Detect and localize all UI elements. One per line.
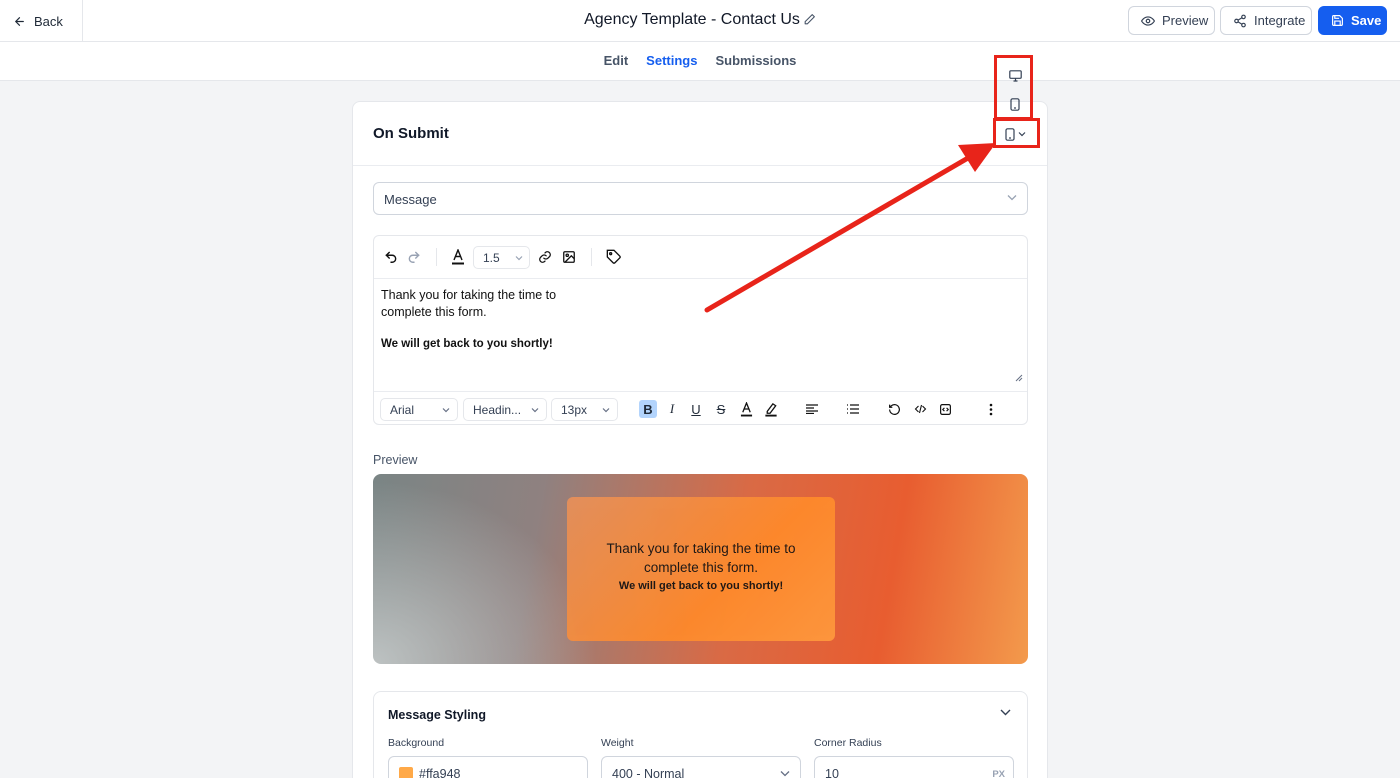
annotation-arrow	[704, 143, 996, 313]
